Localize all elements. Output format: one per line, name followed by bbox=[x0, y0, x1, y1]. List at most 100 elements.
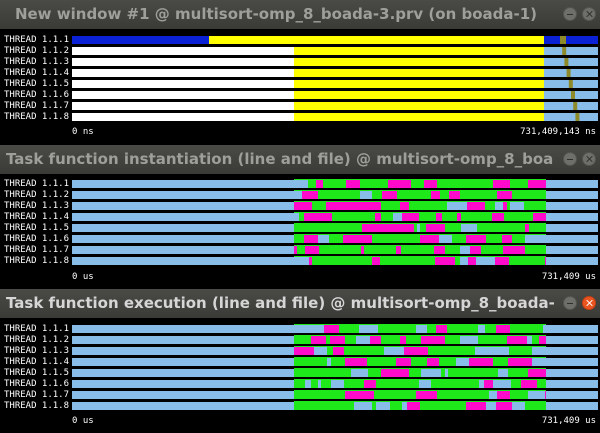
task-segment bbox=[374, 391, 393, 399]
task-segment bbox=[335, 246, 345, 254]
task-segment bbox=[495, 202, 503, 210]
task-segment bbox=[331, 380, 344, 388]
task-line bbox=[294, 390, 546, 391]
task-segment bbox=[355, 391, 374, 399]
task-segment bbox=[345, 358, 355, 366]
task-segment bbox=[331, 358, 345, 366]
task-segment bbox=[455, 257, 460, 265]
minimize-icon[interactable] bbox=[563, 296, 577, 310]
window-1-titlebar[interactable]: New window #1 @ multisort-omp_8_boada-3.… bbox=[0, 0, 600, 29]
task-segment bbox=[476, 246, 481, 254]
timeline-canvas[interactable] bbox=[72, 35, 598, 125]
task-segment bbox=[525, 224, 529, 232]
thread-label: THREAD 1.1.1 bbox=[4, 35, 70, 45]
task-segment bbox=[493, 358, 508, 366]
task-segment bbox=[477, 224, 490, 232]
timeline-canvas[interactable] bbox=[72, 179, 598, 269]
task-segment bbox=[319, 246, 335, 254]
task-segment bbox=[397, 191, 416, 199]
task-segment bbox=[460, 391, 470, 399]
task-segment bbox=[294, 325, 303, 333]
task-segment bbox=[460, 336, 478, 344]
task-segment bbox=[314, 347, 327, 355]
task-segment bbox=[462, 380, 479, 388]
close-icon[interactable] bbox=[582, 296, 596, 310]
minimize-icon[interactable] bbox=[563, 152, 577, 166]
task-segment bbox=[420, 246, 434, 254]
state-segment bbox=[566, 69, 571, 77]
task-segment bbox=[478, 336, 491, 344]
task-segment bbox=[400, 336, 406, 344]
task-segment bbox=[294, 402, 304, 410]
task-segment bbox=[486, 235, 502, 243]
task-segment bbox=[382, 191, 397, 199]
timeline-window-2[interactable]: Task function instantiation (line and fi… bbox=[0, 145, 600, 287]
task-segment bbox=[381, 213, 393, 221]
task-segment bbox=[294, 246, 297, 254]
task-segment bbox=[380, 257, 397, 265]
task-segment bbox=[344, 380, 364, 388]
task-segment bbox=[466, 235, 486, 243]
task-segment bbox=[477, 191, 497, 199]
task-segment bbox=[394, 224, 414, 232]
task-segment bbox=[524, 202, 540, 210]
task-line bbox=[294, 346, 546, 347]
thread-label: THREAD 1.1.2 bbox=[4, 46, 70, 56]
thread-label: THREAD 1.1.1 bbox=[4, 324, 70, 334]
task-segment bbox=[493, 180, 510, 188]
task-segment bbox=[507, 246, 519, 254]
task-segment bbox=[469, 358, 485, 366]
task-segment bbox=[532, 347, 544, 355]
state-segment bbox=[544, 102, 598, 110]
task-segment bbox=[346, 325, 351, 333]
minimize-icon[interactable] bbox=[563, 7, 577, 21]
task-segment bbox=[409, 369, 421, 377]
task-segment bbox=[311, 336, 317, 344]
task-segment bbox=[332, 191, 348, 199]
task-segment bbox=[503, 246, 507, 254]
close-icon[interactable] bbox=[582, 7, 596, 21]
task-segment bbox=[421, 202, 429, 210]
task-segment bbox=[519, 246, 525, 254]
task-segment bbox=[360, 180, 380, 188]
task-segment bbox=[452, 235, 466, 243]
task-segment bbox=[448, 246, 451, 254]
thread-label: THREAD 1.1.4 bbox=[4, 212, 70, 222]
task-segment bbox=[351, 325, 359, 333]
task-segment bbox=[437, 391, 444, 399]
task-segment bbox=[534, 380, 537, 388]
task-segment bbox=[375, 213, 381, 221]
task-segment bbox=[354, 402, 372, 410]
task-line bbox=[294, 212, 546, 213]
task-segment bbox=[312, 402, 329, 410]
task-segment bbox=[321, 380, 331, 388]
task-segment bbox=[445, 336, 460, 344]
timeline-window-3[interactable]: Task function execution (line and file) … bbox=[0, 289, 600, 433]
thread-label: THREAD 1.1.5 bbox=[4, 79, 70, 89]
task-segment bbox=[344, 202, 357, 210]
axis-end-label: 731,409 us bbox=[541, 416, 596, 426]
task-segment bbox=[474, 325, 478, 333]
window-2-titlebar[interactable]: Task function instantiation (line and fi… bbox=[0, 145, 600, 174]
task-line bbox=[294, 245, 546, 246]
timeline-window-1[interactable]: New window #1 @ multisort-omp_8_boada-3.… bbox=[0, 0, 600, 142]
close-icon[interactable] bbox=[582, 152, 596, 166]
task-segment bbox=[484, 380, 493, 388]
task-segment bbox=[512, 402, 525, 410]
task-segment bbox=[447, 325, 461, 333]
task-segment bbox=[534, 224, 546, 232]
task-segment bbox=[400, 202, 409, 210]
timeline-canvas[interactable] bbox=[72, 324, 598, 414]
task-segment bbox=[364, 380, 370, 388]
task-segment bbox=[419, 391, 437, 399]
thread-label: THREAD 1.1.7 bbox=[4, 245, 70, 255]
task-line bbox=[294, 324, 546, 325]
task-segment bbox=[532, 257, 545, 265]
task-segment bbox=[447, 202, 467, 210]
task-segment bbox=[414, 224, 417, 232]
task-segment bbox=[421, 347, 428, 355]
task-segment bbox=[503, 202, 507, 210]
state-segment bbox=[544, 113, 598, 121]
window-3-titlebar[interactable]: Task function execution (line and file) … bbox=[0, 289, 600, 318]
task-segment bbox=[427, 257, 435, 265]
